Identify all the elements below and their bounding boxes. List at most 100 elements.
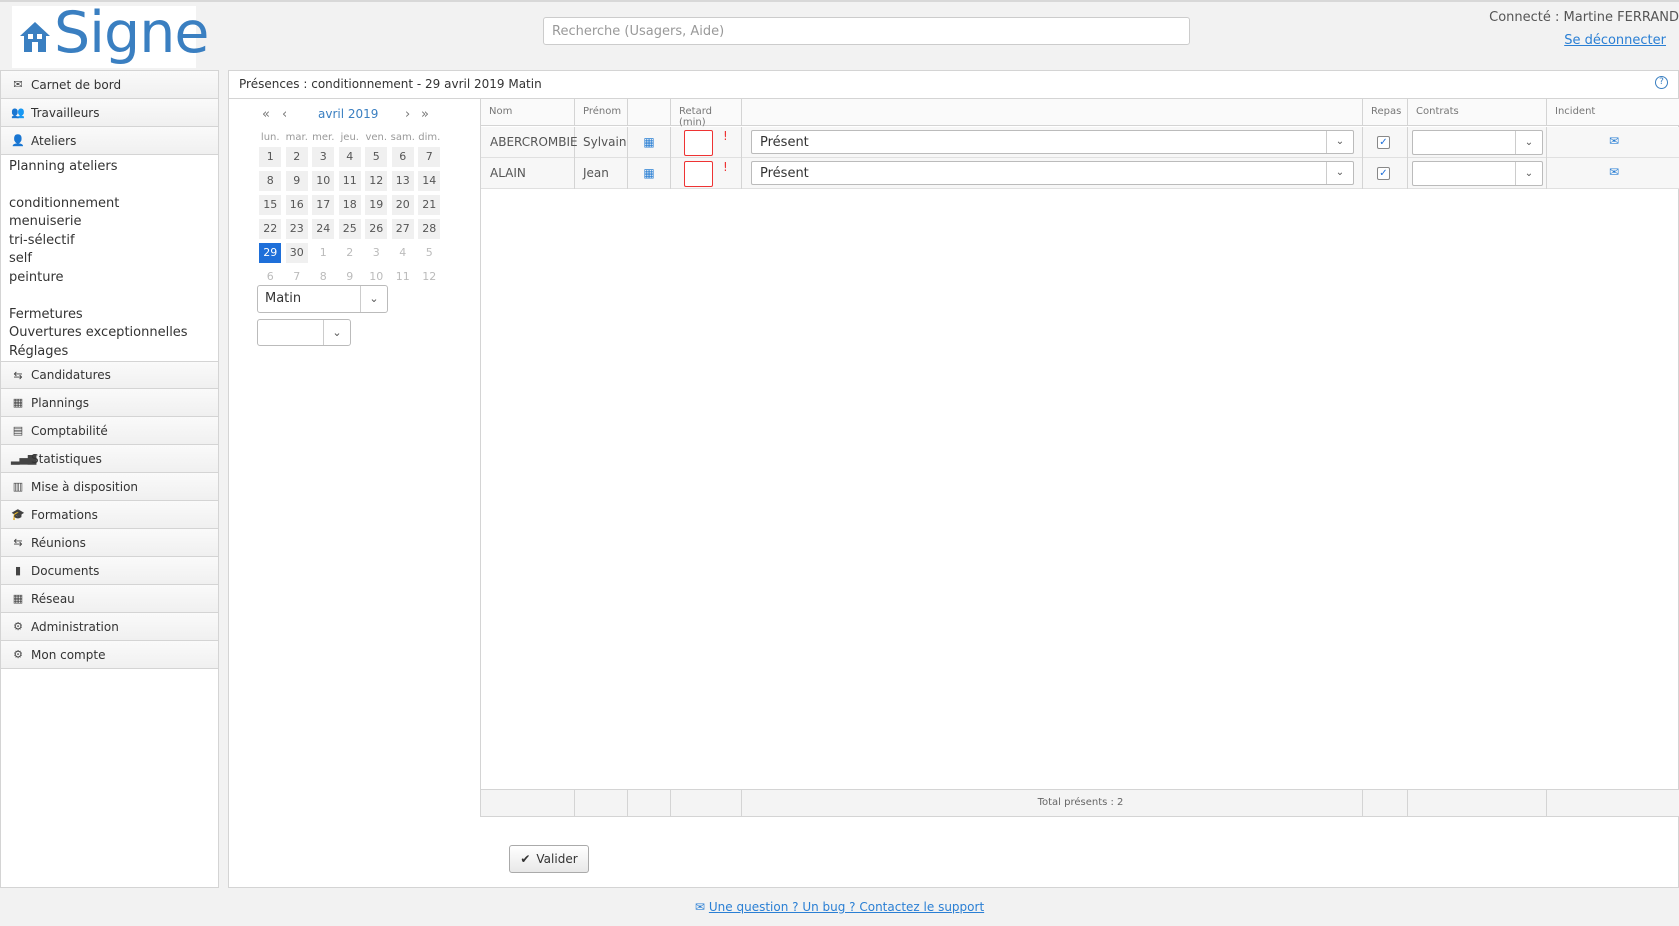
cell-statut: Présent ⌄ xyxy=(742,127,1363,158)
next-year-button[interactable]: » xyxy=(421,107,429,122)
calendar-day[interactable]: 5 xyxy=(418,243,441,263)
calendar-day[interactable]: 22 xyxy=(259,219,282,239)
calendar-day[interactable]: 14 xyxy=(418,171,441,191)
calendar-day[interactable]: 15 xyxy=(259,195,282,215)
repas-checkbox[interactable]: ✓ xyxy=(1377,167,1390,180)
submenu-ouvertures[interactable]: Ouvertures exceptionnelles xyxy=(9,324,218,343)
calendar-day[interactable]: 6 xyxy=(259,267,282,287)
header-retard[interactable]: Retard (min) xyxy=(671,99,742,128)
sidebar-item-travailleurs[interactable]: 👥 Travailleurs xyxy=(1,99,218,127)
sidebar-item-administration[interactable]: ⚙ Administration xyxy=(1,613,218,642)
calendar-day[interactable]: 7 xyxy=(285,267,308,287)
header-prenom[interactable]: Prénom xyxy=(575,99,628,126)
sidebar-item-mise-a-disposition[interactable]: ▥ Mise à disposition xyxy=(1,473,218,502)
calendar-day[interactable]: 26 xyxy=(365,219,388,239)
calendar-day[interactable]: 2 xyxy=(285,147,308,167)
sidebar-item-reunions[interactable]: ⇆ Réunions xyxy=(1,529,218,558)
cell-nom: ALAIN xyxy=(481,158,575,189)
calendar-day[interactable]: 11 xyxy=(338,171,361,191)
calendar-day[interactable]: 3 xyxy=(312,147,335,167)
calendar-day[interactable]: 30 xyxy=(285,243,308,263)
support-link[interactable]: Une question ? Un bug ? Contactez le sup… xyxy=(709,900,984,914)
contrat-select[interactable]: ⌄ xyxy=(1412,161,1543,186)
valider-button[interactable]: ✔ Valider xyxy=(509,845,589,873)
calendar-day[interactable]: 17 xyxy=(312,195,335,215)
calendar-day[interactable]: 21 xyxy=(418,195,441,215)
next-month-button[interactable]: › xyxy=(405,107,410,122)
calendar-day[interactable]: 4 xyxy=(391,243,414,263)
calendar-day[interactable]: 9 xyxy=(285,171,308,191)
prev-year-button[interactable]: « xyxy=(262,107,270,122)
calendar-day[interactable]: 12 xyxy=(418,267,441,287)
submenu-menuiserie[interactable]: menuiserie xyxy=(9,213,218,232)
repas-checkbox[interactable]: ✓ xyxy=(1377,136,1390,149)
calendar-day[interactable]: 27 xyxy=(391,219,414,239)
calendar-day[interactable]: 29 xyxy=(259,243,282,263)
logout-link[interactable]: Se déconnecter xyxy=(1564,33,1666,48)
header-repas[interactable]: Repas xyxy=(1363,99,1408,126)
sidebar-item-statistiques[interactable]: ▂▄▆ Statistiques xyxy=(1,445,218,474)
calendar-day[interactable]: 9 xyxy=(338,267,361,287)
retard-input[interactable] xyxy=(684,161,713,187)
sidebar-item-ateliers[interactable]: 👤 Ateliers xyxy=(1,127,218,155)
calendar-day[interactable]: 2 xyxy=(338,243,361,263)
submenu-planning-ateliers[interactable]: Planning ateliers xyxy=(9,158,218,177)
calendar-day[interactable]: 8 xyxy=(312,267,335,287)
calendar-day[interactable]: 3 xyxy=(365,243,388,263)
calendar-day[interactable]: 19 xyxy=(365,195,388,215)
app-logo[interactable]: Signe xyxy=(12,0,209,68)
sidebar-item-mon-compte[interactable]: ⚙ Mon compte xyxy=(1,641,218,670)
statut-select[interactable]: Présent ⌄ xyxy=(751,161,1354,185)
calendar-day[interactable]: 12 xyxy=(365,171,388,191)
sidebar-item-reseau[interactable]: ▦ Réseau xyxy=(1,585,218,614)
envelope-icon[interactable]: ✉ xyxy=(1609,134,1619,148)
prev-month-button[interactable]: ‹ xyxy=(282,107,287,122)
calendar-icon[interactable]: ▦ xyxy=(643,166,654,180)
header-incident[interactable]: Incident xyxy=(1547,99,1679,126)
retard-input[interactable] xyxy=(684,130,713,156)
calendar-day[interactable]: 7 xyxy=(418,147,441,167)
header-nom[interactable]: Nom xyxy=(481,99,575,126)
search-input[interactable] xyxy=(543,17,1190,45)
help-icon[interactable]: ? xyxy=(1655,76,1668,89)
users-icon: 👥 xyxy=(11,106,25,119)
calendar-day[interactable]: 13 xyxy=(391,171,414,191)
sidebar-item-formations[interactable]: 🎓 Formations xyxy=(1,501,218,530)
calendar-day[interactable]: 18 xyxy=(338,195,361,215)
sidebar-item-carnet[interactable]: ✉ Carnet de bord xyxy=(1,71,218,99)
calendar-day[interactable]: 10 xyxy=(365,267,388,287)
secondary-select[interactable]: ⌄ xyxy=(257,319,351,346)
calendar-day[interactable]: 23 xyxy=(285,219,308,239)
calendar-day[interactable]: 1 xyxy=(312,243,335,263)
contrat-select[interactable]: ⌄ xyxy=(1412,130,1543,155)
calendar-day[interactable]: 8 xyxy=(259,171,282,191)
header-contrats[interactable]: Contrats xyxy=(1408,99,1547,126)
sidebar-item-documents[interactable]: ▮ Documents xyxy=(1,557,218,586)
calendar-day[interactable]: 1 xyxy=(259,147,282,167)
sidebar-item-comptabilite[interactable]: ▤ Comptabilité xyxy=(1,417,218,446)
calendar-day[interactable]: 5 xyxy=(365,147,388,167)
calendar-day[interactable]: 4 xyxy=(338,147,361,167)
submenu-reglages[interactable]: Réglages xyxy=(9,343,218,362)
calendar-day[interactable]: 20 xyxy=(391,195,414,215)
sidebar-item-candidatures[interactable]: ⇆ Candidatures xyxy=(1,361,218,390)
calendar-day[interactable]: 28 xyxy=(418,219,441,239)
calendar-day[interactable]: 25 xyxy=(338,219,361,239)
submenu-self[interactable]: self xyxy=(9,250,218,269)
submenu-conditionnement[interactable]: conditionnement xyxy=(9,195,218,214)
calendar-day[interactable]: 16 xyxy=(285,195,308,215)
submenu-tri-selectif[interactable]: tri-sélectif xyxy=(9,232,218,251)
month-label[interactable]: avril 2019 xyxy=(318,107,378,121)
calendar-day[interactable]: 10 xyxy=(312,171,335,191)
envelope-icon[interactable]: ✉ xyxy=(1609,165,1619,179)
statut-select[interactable]: Présent ⌄ xyxy=(751,130,1354,154)
sidebar-item-plannings[interactable]: ▦ Plannings xyxy=(1,389,218,418)
period-select[interactable]: Matin ⌄ xyxy=(257,285,388,313)
calendar-day[interactable]: 11 xyxy=(391,267,414,287)
calendar-day[interactable]: 6 xyxy=(391,147,414,167)
submenu-fermetures[interactable]: Fermetures xyxy=(9,306,218,325)
submenu-peinture[interactable]: peinture xyxy=(9,269,218,288)
sidebar-item-label: Formations xyxy=(31,507,98,522)
calendar-day[interactable]: 24 xyxy=(312,219,335,239)
calendar-icon[interactable]: ▦ xyxy=(643,135,654,149)
